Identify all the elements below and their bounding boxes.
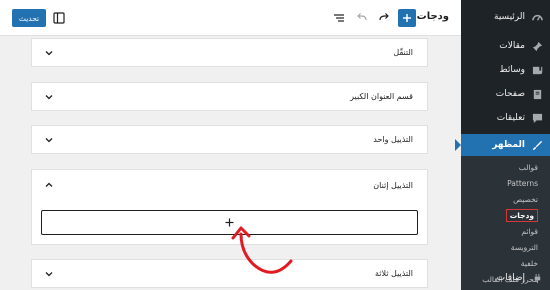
sidebar-item-label: تعليقات bbox=[496, 113, 525, 123]
submenu-widgets-label: ودجات bbox=[505, 209, 538, 222]
add-block-button[interactable] bbox=[41, 210, 418, 235]
widget-area-title: التذييل واحد bbox=[373, 135, 413, 144]
submenu-menus[interactable]: قوائم bbox=[461, 224, 550, 240]
widget-area-title: قسم العنوان الكبير bbox=[350, 92, 413, 101]
submenu-header[interactable]: الترويسة bbox=[461, 240, 550, 256]
sidebar-item-label: المظهر bbox=[492, 140, 525, 150]
redo-icon[interactable] bbox=[375, 9, 393, 27]
brush-icon bbox=[530, 138, 544, 152]
submenu-themes[interactable]: قوالب bbox=[461, 160, 550, 176]
sidebar-item-appearance[interactable]: المظهر bbox=[455, 134, 550, 156]
widget-area-footer-three[interactable]: التذييل ثلاثة bbox=[31, 259, 428, 288]
widget-area-navigation[interactable]: التنقّل bbox=[31, 38, 428, 67]
sidebar-item-label: صفحات bbox=[495, 89, 525, 99]
sidebar-item-label: وسائط bbox=[499, 65, 525, 75]
widget-area-title: التذييل إثنان bbox=[373, 181, 413, 190]
page-icon bbox=[530, 87, 544, 101]
chevron-down-icon bbox=[45, 272, 53, 277]
pin-icon bbox=[530, 39, 544, 53]
widget-area-footer-one[interactable]: التذييل واحد bbox=[31, 125, 428, 154]
admin-sidebar: الرئيسية مقالات وسائط صفحات تعليقات المظ… bbox=[455, 0, 550, 290]
submenu-patterns[interactable]: Patterns bbox=[461, 176, 550, 192]
sidebar-item-dashboard[interactable]: الرئيسية bbox=[461, 0, 550, 34]
block-inserter-button[interactable] bbox=[398, 9, 416, 27]
dashboard-icon bbox=[530, 10, 544, 24]
sidebar-item-plugins[interactable]: إضافات bbox=[461, 266, 550, 290]
editor-header: تحديث ودجات bbox=[0, 0, 461, 36]
plug-icon bbox=[530, 271, 544, 285]
sidebar-item-media[interactable]: وسائط bbox=[461, 58, 550, 82]
sidebar-item-label: مقالات bbox=[499, 41, 525, 51]
sidebar-item-posts[interactable]: مقالات bbox=[461, 34, 550, 58]
chevron-up-icon bbox=[45, 182, 53, 187]
sidebar-item-pages[interactable]: صفحات bbox=[461, 82, 550, 106]
update-button[interactable]: تحديث bbox=[12, 9, 46, 27]
undo-icon[interactable] bbox=[353, 9, 371, 27]
plus-icon bbox=[225, 218, 234, 227]
sidebar-item-label: إضافات bbox=[496, 273, 525, 283]
sidebar-toggle-icon[interactable] bbox=[50, 9, 68, 27]
page-title: ودجات bbox=[416, 11, 449, 22]
comment-icon bbox=[530, 111, 544, 125]
list-view-icon[interactable] bbox=[330, 9, 348, 27]
sidebar-item-label: الرئيسية bbox=[494, 12, 525, 22]
widget-area-footer-two[interactable]: التذييل إثنان bbox=[31, 169, 428, 245]
chevron-down-icon bbox=[45, 138, 53, 143]
widget-area-title: التنقّل bbox=[393, 48, 413, 57]
submenu-customize[interactable]: تخصيص bbox=[461, 192, 550, 208]
chevron-down-icon bbox=[45, 51, 53, 56]
widget-area-title: التذييل ثلاثة bbox=[374, 269, 413, 278]
media-icon bbox=[530, 63, 544, 77]
plus-icon bbox=[403, 14, 411, 22]
sidebar-item-comments[interactable]: تعليقات bbox=[461, 106, 550, 130]
submenu-widgets[interactable]: ودجات bbox=[461, 208, 550, 224]
widget-area-hero[interactable]: قسم العنوان الكبير bbox=[31, 82, 428, 111]
chevron-down-icon bbox=[45, 95, 53, 100]
